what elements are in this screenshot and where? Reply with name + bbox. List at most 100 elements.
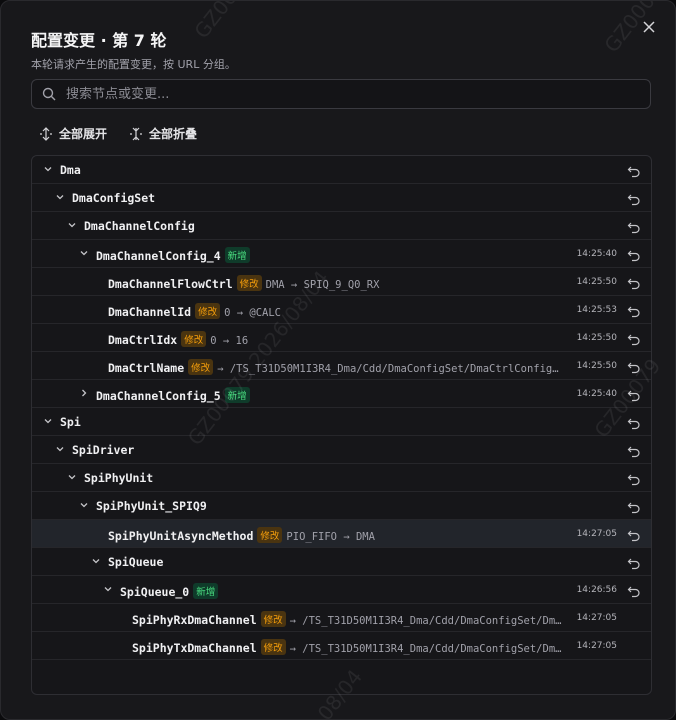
- revert-icon[interactable]: [627, 247, 641, 262]
- node-name: DmaChannelConfig_5: [96, 389, 221, 403]
- modified-badge: 修改: [260, 639, 286, 655]
- node-name: SpiPhyUnitAsyncMethod: [108, 529, 254, 543]
- watermark-text: GZ00079: [599, 0, 676, 57]
- tree-row[interactable]: SpiQueue: [32, 548, 651, 576]
- node-name: Spi: [60, 415, 81, 429]
- tree-row[interactable]: Spi: [32, 408, 651, 436]
- tree-row[interactable]: SpiDriver: [32, 436, 651, 464]
- change-timestamp: 14:25:50: [576, 277, 617, 287]
- change-timestamp: 14:25:50: [576, 333, 617, 343]
- tree-row[interactable]: DmaChannelConfig_5 新增 14:25:40: [32, 380, 651, 408]
- watermark-text: GZ00079: [189, 1, 265, 43]
- revert-icon[interactable]: [627, 415, 641, 430]
- config-changes-dialog: 配置变更 · 第 7 轮 本轮请求产生的配置变更，按 URL 分组。 全部展开 …: [0, 0, 676, 720]
- chevron-down-icon[interactable]: [102, 583, 114, 595]
- node-name: SpiPhyTxDmaChannel: [132, 641, 257, 655]
- revert-icon[interactable]: [627, 303, 641, 318]
- revert-icon[interactable]: [627, 275, 641, 290]
- expand-all-button[interactable]: 全部展开: [39, 125, 107, 142]
- modified-badge: 修改: [181, 331, 207, 347]
- node-name: DmaChannelConfig_4: [96, 249, 221, 263]
- tree-row[interactable]: SpiPhyUnit: [32, 464, 651, 492]
- change-timestamp: 14:25:53: [576, 305, 617, 315]
- tree-row[interactable]: DmaChannelConfig: [32, 212, 651, 240]
- tree-node-label: DmaCtrlName 修改 → /TS_T31D50M1I3R4_Dma/Cdd/…: [108, 359, 559, 375]
- node-name: SpiPhyUnit: [84, 471, 154, 485]
- revert-icon[interactable]: [627, 387, 641, 402]
- revert-icon[interactable]: [627, 359, 641, 374]
- chevron-down-icon[interactable]: [42, 163, 54, 175]
- tree-node-label: SpiDriver: [72, 443, 134, 457]
- modified-badge: 修改: [257, 527, 283, 543]
- tree-row[interactable]: SpiPhyUnit_SPIQ9: [32, 492, 651, 520]
- revert-icon[interactable]: [627, 471, 641, 486]
- change-timestamp: 14:26:56: [576, 585, 617, 595]
- tree-row[interactable]: DmaConfigSet: [32, 184, 651, 212]
- dialog-title: 配置变更 · 第 7 轮: [31, 31, 167, 50]
- close-button[interactable]: [639, 17, 659, 37]
- search-icon: [42, 87, 56, 101]
- tree-row[interactable]: DmaChannelFlowCtrl 修改 DMA → SPIQ_9_Q0_RX 14…: [32, 268, 651, 296]
- revert-icon[interactable]: [627, 331, 641, 346]
- modified-badge: 修改: [236, 275, 262, 291]
- search-box[interactable]: [31, 79, 651, 109]
- node-name: SpiQueue: [108, 555, 164, 569]
- change-summary: → /TS_T31D50M1I3R4_Dma/Cdd/DmaConfigSet/…: [289, 643, 562, 655]
- tree-row[interactable]: SpiPhyTxDmaChannel 修改 → /TS_T31D50M1I3R4_D…: [32, 632, 651, 660]
- modified-badge: 修改: [195, 303, 221, 319]
- node-name: Dma: [60, 163, 81, 177]
- revert-icon[interactable]: [627, 443, 641, 458]
- added-badge: 新增: [224, 247, 250, 263]
- chevron-down-icon[interactable]: [54, 191, 66, 203]
- tree-row[interactable]: DmaChannelId 修改 0 → @CALC 14:25:53: [32, 296, 651, 324]
- tree-row[interactable]: SpiPhyRxDmaChannel 修改 → /TS_T31D50M1I3R4_D…: [32, 604, 651, 632]
- chevron-down-icon[interactable]: [54, 443, 66, 455]
- tree-row[interactable]: DmaChannelConfig_4 新增 14:25:40: [32, 240, 651, 268]
- expand-icon: [40, 126, 52, 141]
- revert-icon[interactable]: [627, 219, 641, 234]
- chevron-right-icon[interactable]: [78, 387, 90, 399]
- search-input[interactable]: [64, 85, 628, 103]
- node-name: SpiQueue_0: [120, 585, 190, 599]
- node-name: DmaChannelId: [108, 305, 192, 319]
- tree-row[interactable]: SpiQueue_0 新增 14:26:56: [32, 576, 651, 604]
- close-icon: [643, 21, 655, 33]
- chevron-down-icon[interactable]: [78, 247, 90, 259]
- revert-icon[interactable]: [627, 583, 641, 598]
- node-name: DmaCtrlName: [108, 361, 185, 375]
- tree-node-label: Dma: [60, 163, 81, 177]
- revert-icon[interactable]: [627, 191, 641, 206]
- chevron-down-icon[interactable]: [90, 555, 102, 567]
- revert-icon[interactable]: [627, 163, 641, 178]
- tree-node-label: SpiPhyUnit_SPIQ9: [96, 499, 207, 513]
- change-timestamp: 14:27:05: [576, 529, 617, 539]
- tree-node-label: SpiPhyUnitAsyncMethod 修改 PIO_FIFO → DMA: [108, 527, 375, 543]
- change-tree: Dma DmaConfigSet DmaChannelConfig DmaChanne…: [31, 155, 652, 695]
- change-summary: 0 → @CALC: [224, 307, 282, 319]
- expand-all-label: 全部展开: [59, 127, 108, 141]
- tree-node-label: Spi: [60, 415, 81, 429]
- tree-node-label: SpiQueue: [108, 555, 163, 569]
- tree-node-label: DmaChannelConfig_4 新增: [96, 247, 250, 263]
- revert-icon[interactable]: [627, 555, 641, 570]
- change-timestamp: 14:25:40: [576, 249, 617, 259]
- tree-node-label: DmaCtrlIdx 修改 0 → 16: [108, 331, 248, 347]
- chevron-down-icon[interactable]: [78, 499, 90, 511]
- change-summary: → /TS_T31D50M1I3R4_Dma/Cdd/DmaConfigSet/…: [217, 363, 559, 375]
- tree-node-label: SpiPhyUnit: [84, 471, 153, 485]
- tree-node-label: DmaChannelConfig_5 新增: [96, 387, 250, 403]
- chevron-down-icon[interactable]: [42, 415, 54, 427]
- tree-node-label: DmaChannelFlowCtrl 修改 DMA → SPIQ_9_Q0_RX: [108, 275, 379, 291]
- revert-icon[interactable]: [627, 527, 641, 542]
- node-name: SpiPhyUnit_SPIQ9: [96, 499, 207, 513]
- tree-toolbar: 全部展开 全部折叠: [39, 125, 197, 142]
- tree-node-label: DmaConfigSet: [72, 191, 155, 205]
- chevron-down-icon[interactable]: [66, 219, 78, 231]
- tree-row[interactable]: DmaCtrlName 修改 → /TS_T31D50M1I3R4_Dma/Cdd/…: [32, 352, 651, 380]
- tree-row[interactable]: SpiPhyUnitAsyncMethod 修改 PIO_FIFO → DMA 14:…: [32, 520, 651, 548]
- chevron-down-icon[interactable]: [66, 471, 78, 483]
- revert-icon[interactable]: [627, 499, 641, 514]
- tree-row[interactable]: Dma: [32, 156, 651, 184]
- collapse-all-button[interactable]: 全部折叠: [129, 125, 197, 142]
- tree-row[interactable]: DmaCtrlIdx 修改 0 → 16 14:25:50: [32, 324, 651, 352]
